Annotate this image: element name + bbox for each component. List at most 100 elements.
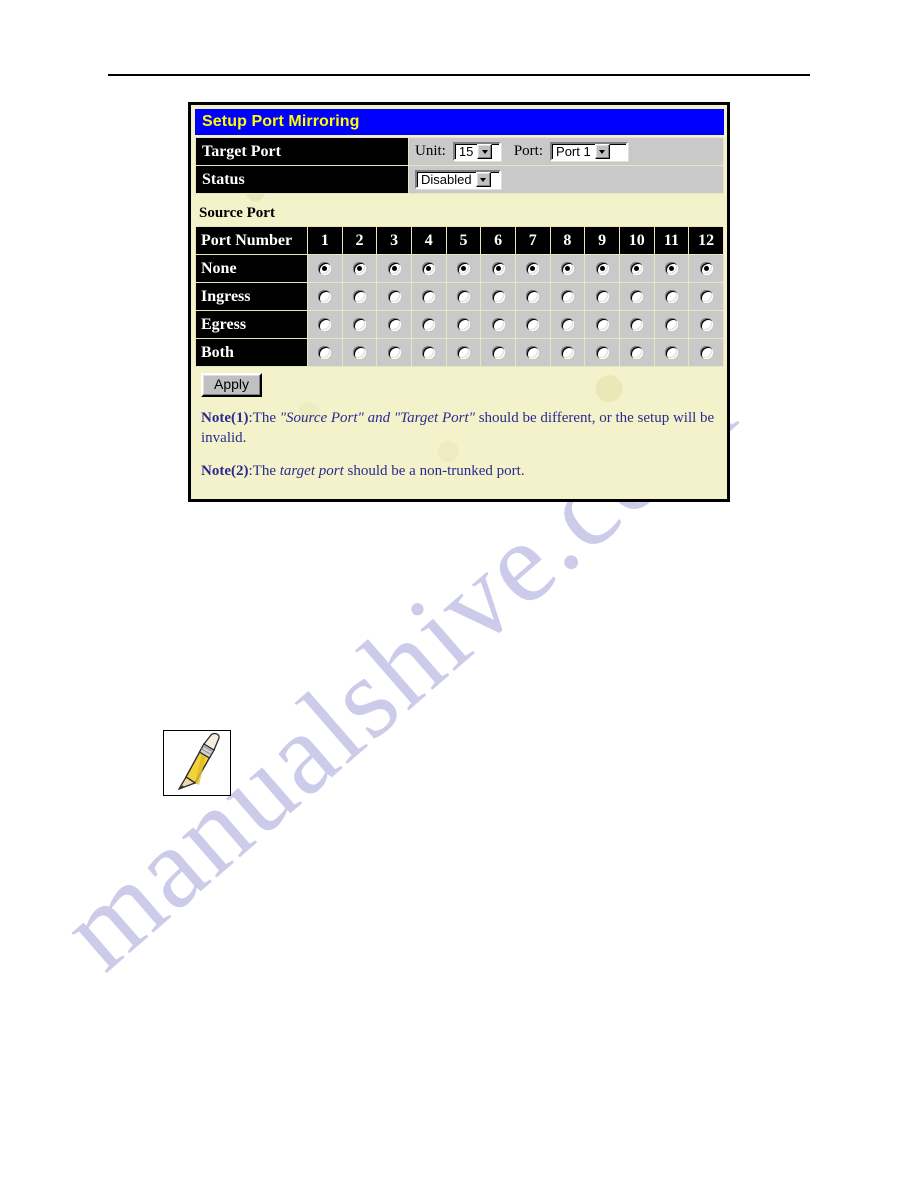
radio-egress-port-4[interactable] [422, 318, 436, 332]
radio-cell-ingress-port-8[interactable] [549, 282, 586, 311]
radio-both-port-1[interactable] [318, 346, 332, 360]
radio-egress-port-10[interactable] [630, 318, 644, 332]
radio-ingress-port-7[interactable] [526, 290, 540, 304]
unit-select[interactable]: 15 [452, 142, 501, 161]
radio-cell-egress-port-8[interactable] [549, 310, 586, 339]
radio-cell-none-port-1[interactable] [307, 254, 343, 283]
radio-cell-egress-port-1[interactable] [307, 310, 343, 339]
radio-cell-ingress-port-10[interactable] [618, 282, 655, 311]
radio-both-port-5[interactable] [456, 346, 470, 360]
radio-egress-port-2[interactable] [352, 318, 366, 332]
radio-cell-egress-port-5[interactable] [445, 310, 482, 339]
radio-cell-ingress-port-11[interactable] [653, 282, 690, 311]
radio-cell-egress-port-12[interactable] [688, 310, 724, 339]
radio-both-port-8[interactable] [560, 346, 574, 360]
radio-cell-none-port-6[interactable] [480, 254, 516, 283]
port-select[interactable]: Port 1 [550, 142, 629, 161]
radio-ingress-port-10[interactable] [630, 290, 644, 304]
radio-cell-none-port-8[interactable] [549, 254, 586, 283]
radio-egress-port-11[interactable] [664, 318, 678, 332]
radio-egress-port-5[interactable] [456, 318, 470, 332]
radio-cell-both-port-1[interactable] [307, 338, 343, 367]
chevron-down-icon[interactable] [594, 144, 610, 159]
radio-cell-egress-port-7[interactable] [514, 310, 551, 339]
radio-none-port-5[interactable] [456, 262, 470, 276]
radio-cell-none-port-9[interactable] [584, 254, 620, 283]
radio-cell-both-port-12[interactable] [688, 338, 724, 367]
radio-cell-both-port-6[interactable] [480, 338, 516, 367]
radio-ingress-port-4[interactable] [422, 290, 436, 304]
radio-egress-port-7[interactable] [526, 318, 540, 332]
radio-cell-ingress-port-2[interactable] [341, 282, 378, 311]
radio-none-port-1[interactable] [318, 262, 332, 276]
radio-egress-port-1[interactable] [318, 318, 332, 332]
radio-none-port-7[interactable] [526, 262, 540, 276]
radio-both-port-3[interactable] [387, 346, 401, 360]
radio-both-port-2[interactable] [352, 346, 366, 360]
radio-cell-none-port-3[interactable] [376, 254, 412, 283]
radio-cell-ingress-port-6[interactable] [480, 282, 516, 311]
radio-cell-both-port-4[interactable] [410, 338, 447, 367]
radio-none-port-3[interactable] [387, 262, 401, 276]
radio-both-port-10[interactable] [630, 346, 644, 360]
radio-egress-port-8[interactable] [560, 318, 574, 332]
radio-ingress-port-11[interactable] [664, 290, 678, 304]
radio-cell-egress-port-9[interactable] [584, 310, 620, 339]
radio-cell-egress-port-3[interactable] [376, 310, 412, 339]
radio-ingress-port-1[interactable] [318, 290, 332, 304]
chevron-down-icon[interactable] [477, 144, 493, 159]
radio-cell-egress-port-4[interactable] [410, 310, 447, 339]
radio-cell-ingress-port-4[interactable] [410, 282, 447, 311]
radio-both-port-9[interactable] [595, 346, 609, 360]
radio-both-port-11[interactable] [664, 346, 678, 360]
radio-none-port-9[interactable] [595, 262, 609, 276]
radio-none-port-2[interactable] [352, 262, 366, 276]
radio-cell-ingress-port-3[interactable] [376, 282, 412, 311]
radio-ingress-port-6[interactable] [491, 290, 505, 304]
radio-egress-port-12[interactable] [699, 318, 713, 332]
radio-ingress-port-12[interactable] [699, 290, 713, 304]
radio-cell-both-port-2[interactable] [341, 338, 378, 367]
radio-ingress-port-9[interactable] [595, 290, 609, 304]
radio-cell-both-port-8[interactable] [549, 338, 586, 367]
radio-none-port-12[interactable] [699, 262, 713, 276]
radio-cell-ingress-port-5[interactable] [445, 282, 482, 311]
status-select[interactable]: Disabled [415, 170, 501, 189]
radio-cell-both-port-5[interactable] [445, 338, 482, 367]
radio-cell-ingress-port-7[interactable] [514, 282, 551, 311]
radio-cell-egress-port-2[interactable] [341, 310, 378, 339]
radio-cell-none-port-7[interactable] [514, 254, 551, 283]
radio-cell-ingress-port-9[interactable] [584, 282, 620, 311]
radio-cell-none-port-5[interactable] [445, 254, 482, 283]
radio-none-port-4[interactable] [422, 262, 436, 276]
radio-none-port-6[interactable] [491, 262, 505, 276]
radio-cell-none-port-11[interactable] [653, 254, 690, 283]
radio-egress-port-6[interactable] [491, 318, 505, 332]
radio-none-port-11[interactable] [664, 262, 678, 276]
radio-cell-none-port-10[interactable] [618, 254, 655, 283]
radio-cell-none-port-12[interactable] [688, 254, 724, 283]
radio-cell-ingress-port-1[interactable] [307, 282, 343, 311]
radio-both-port-6[interactable] [491, 346, 505, 360]
radio-both-port-7[interactable] [526, 346, 540, 360]
radio-ingress-port-2[interactable] [352, 290, 366, 304]
radio-both-port-4[interactable] [422, 346, 436, 360]
radio-ingress-port-3[interactable] [387, 290, 401, 304]
radio-none-port-10[interactable] [630, 262, 644, 276]
chevron-down-icon[interactable] [475, 172, 491, 187]
radio-cell-both-port-7[interactable] [514, 338, 551, 367]
radio-cell-both-port-11[interactable] [653, 338, 690, 367]
radio-egress-port-3[interactable] [387, 318, 401, 332]
radio-cell-none-port-2[interactable] [341, 254, 378, 283]
radio-cell-both-port-9[interactable] [584, 338, 620, 367]
radio-egress-port-9[interactable] [595, 318, 609, 332]
radio-cell-ingress-port-12[interactable] [688, 282, 724, 311]
radio-cell-both-port-10[interactable] [618, 338, 655, 367]
radio-cell-egress-port-11[interactable] [653, 310, 690, 339]
radio-cell-both-port-3[interactable] [376, 338, 412, 367]
radio-none-port-8[interactable] [560, 262, 574, 276]
radio-cell-egress-port-6[interactable] [480, 310, 516, 339]
radio-ingress-port-8[interactable] [560, 290, 574, 304]
radio-cell-egress-port-10[interactable] [618, 310, 655, 339]
apply-button[interactable]: Apply [201, 373, 263, 398]
